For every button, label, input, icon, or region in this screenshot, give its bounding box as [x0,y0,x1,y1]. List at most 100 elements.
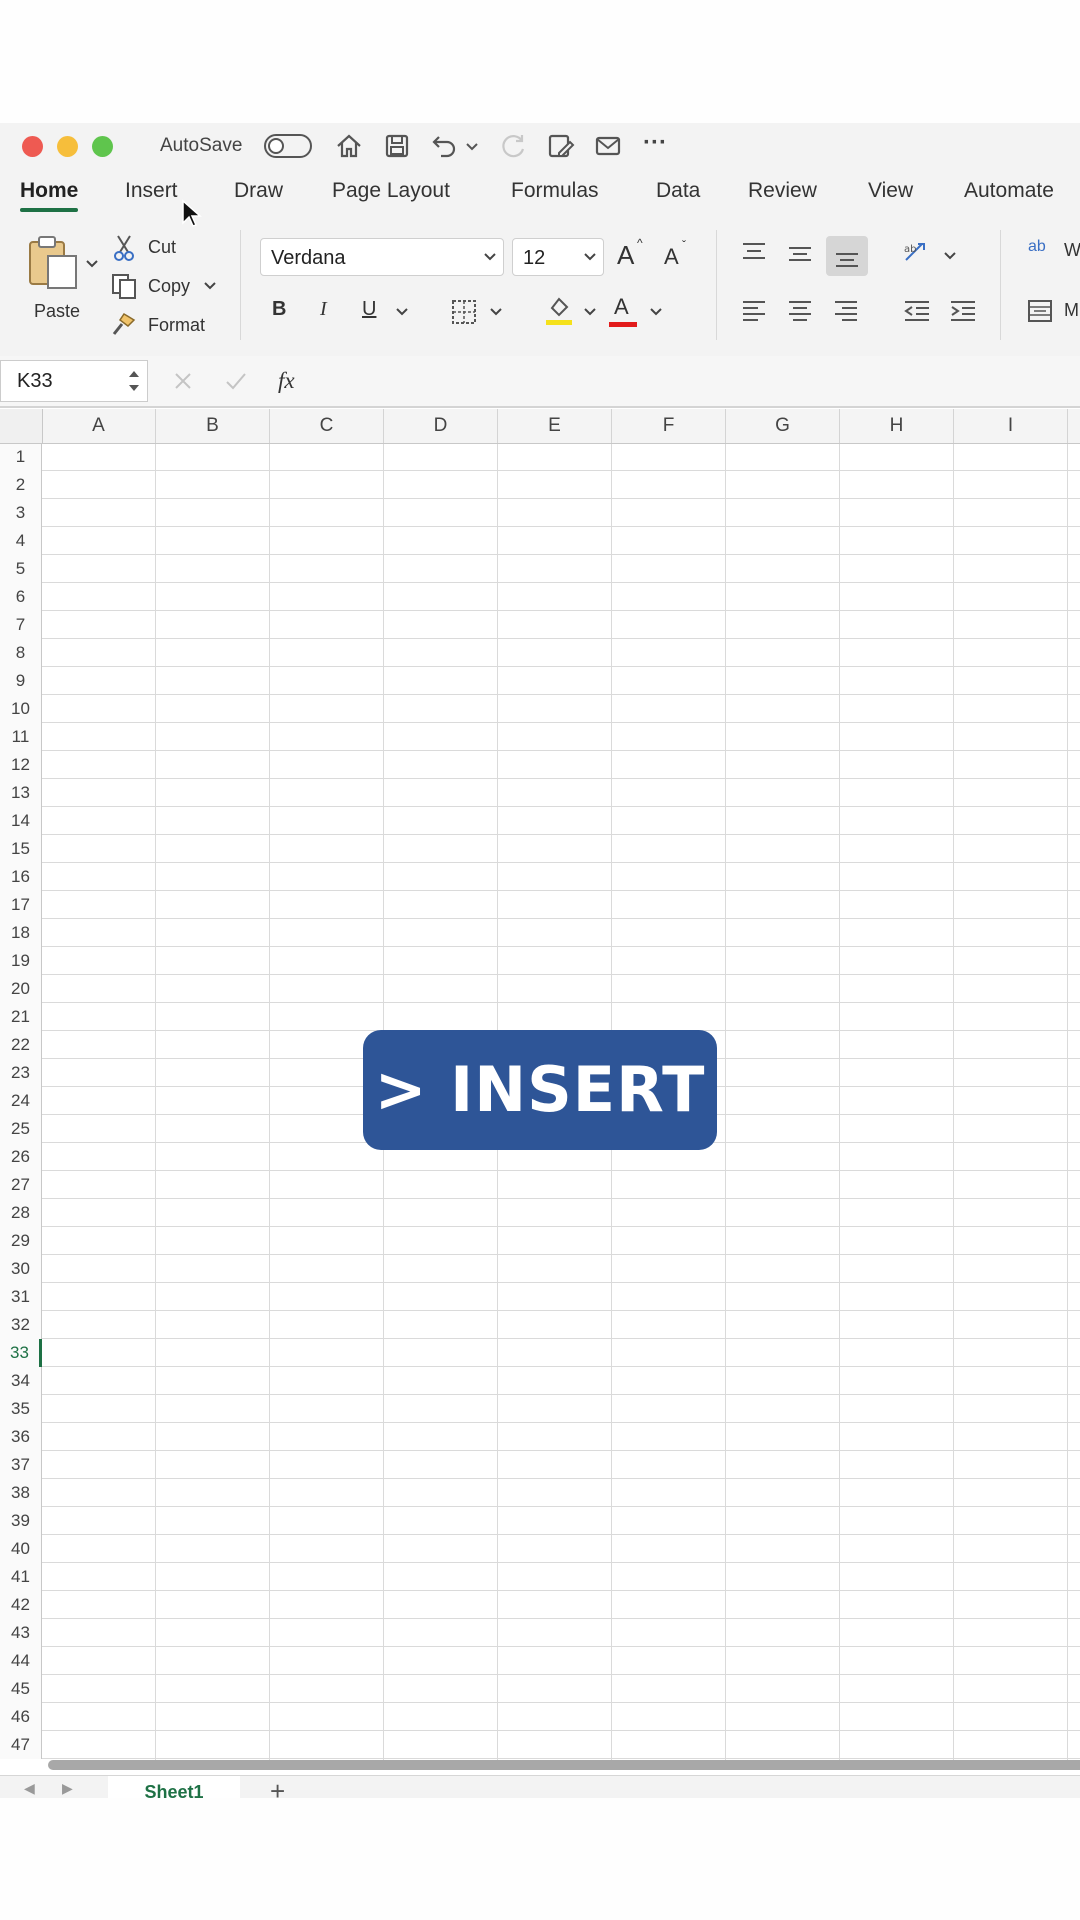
cut-label[interactable]: Cut [148,237,176,258]
paste-label[interactable]: Paste [34,301,80,322]
add-sheet-button[interactable]: + [270,1776,285,1798]
table-row[interactable]: 8 [0,639,1080,667]
column-header[interactable]: H [840,409,954,443]
row-header[interactable]: 15 [0,835,42,863]
tab-automate[interactable]: Automate [964,179,1054,203]
table-row[interactable]: 7 [0,611,1080,639]
column-header[interactable]: I [954,409,1068,443]
row-header[interactable]: 11 [0,723,42,751]
home-icon[interactable] [334,131,364,161]
row-header[interactable]: 21 [0,1003,42,1031]
row-header[interactable]: 20 [0,975,42,1003]
borders-dropdown-icon[interactable] [488,306,504,318]
row-header[interactable]: 24 [0,1087,42,1115]
column-header[interactable]: E [498,409,612,443]
row-header[interactable]: 45 [0,1675,42,1703]
row-header[interactable]: 28 [0,1199,42,1227]
table-row[interactable]: 5 [0,555,1080,583]
table-row[interactable]: 30 [0,1255,1080,1283]
column-header[interactable]: C [270,409,384,443]
column-header[interactable]: F [612,409,726,443]
row-header[interactable]: 26 [0,1143,42,1171]
row-header[interactable]: 7 [0,611,42,639]
format-label[interactable]: Format [148,315,205,336]
row-header[interactable]: 34 [0,1367,42,1395]
align-top-icon[interactable] [740,240,768,264]
row-header[interactable]: 41 [0,1563,42,1591]
column-header[interactable]: D [384,409,498,443]
grow-font-button[interactable]: A [617,240,634,271]
tab-insert[interactable]: Insert [125,179,178,203]
row-header[interactable]: 32 [0,1311,42,1339]
table-row[interactable]: 15 [0,835,1080,863]
cut-icon[interactable] [112,234,136,262]
row-header[interactable]: 25 [0,1115,42,1143]
horizontal-scrollbar[interactable] [48,1760,1080,1770]
copy-dropdown-icon[interactable] [202,280,218,292]
row-header[interactable]: 18 [0,919,42,947]
name-box[interactable]: K33 [0,360,148,402]
underline-dropdown-icon[interactable] [394,306,410,318]
shrink-font-button[interactable]: A [664,244,679,270]
table-row[interactable]: 35 [0,1395,1080,1423]
name-box-stepper-icon[interactable] [127,367,141,395]
underline-button[interactable]: U [362,298,376,321]
zoom-window-button[interactable] [92,136,113,157]
row-header[interactable]: 33 [0,1339,42,1367]
row-header[interactable]: 31 [0,1283,42,1311]
row-header[interactable]: 1 [0,443,42,471]
table-row[interactable]: 32 [0,1311,1080,1339]
decrease-indent-icon[interactable] [902,298,932,324]
cancel-entry-icon[interactable] [172,370,194,392]
table-row[interactable]: 33 [0,1339,1080,1367]
sheet-tab-sheet1[interactable]: Sheet1 [108,1776,240,1798]
orientation-dropdown-icon[interactable] [942,250,958,262]
borders-icon[interactable] [450,298,478,326]
tab-review[interactable]: Review [748,179,817,203]
table-row[interactable]: 21 [0,1003,1080,1031]
table-row[interactable]: 44 [0,1647,1080,1675]
row-header[interactable]: 44 [0,1647,42,1675]
row-header[interactable]: 16 [0,863,42,891]
tab-formulas[interactable]: Formulas [511,179,599,203]
table-row[interactable]: 40 [0,1535,1080,1563]
row-header[interactable]: 43 [0,1619,42,1647]
autosave-toggle[interactable] [264,134,312,158]
row-header[interactable]: 8 [0,639,42,667]
save-icon[interactable] [382,131,412,161]
table-row[interactable]: 18 [0,919,1080,947]
tab-home[interactable]: Home [20,179,79,212]
table-row[interactable]: 16 [0,863,1080,891]
bold-button[interactable]: B [272,298,286,321]
row-header[interactable]: 9 [0,667,42,695]
orientation-icon[interactable]: ab [902,238,934,266]
paste-dropdown-icon[interactable] [84,258,100,270]
merge-center-label[interactable]: M [1064,300,1079,321]
minimize-window-button[interactable] [57,136,78,157]
table-row[interactable]: 28 [0,1199,1080,1227]
table-row[interactable]: 31 [0,1283,1080,1311]
table-row[interactable]: 45 [0,1675,1080,1703]
table-row[interactable]: 9 [0,667,1080,695]
font-name-select[interactable]: Verdana [260,238,504,276]
tab-page-layout[interactable]: Page Layout [332,179,450,203]
row-header[interactable]: 3 [0,499,42,527]
wrap-text-label[interactable]: W [1064,240,1080,261]
row-header[interactable]: 42 [0,1591,42,1619]
table-row[interactable]: 39 [0,1507,1080,1535]
table-row[interactable]: 41 [0,1563,1080,1591]
row-header[interactable]: 12 [0,751,42,779]
row-header[interactable]: 6 [0,583,42,611]
table-row[interactable]: 38 [0,1479,1080,1507]
table-row[interactable]: 3 [0,499,1080,527]
align-right-icon[interactable] [832,298,860,324]
row-header[interactable]: 13 [0,779,42,807]
wrap-text-icon[interactable]: ab [1028,238,1046,256]
align-center-icon[interactable] [786,298,814,324]
table-row[interactable]: 4 [0,527,1080,555]
row-header[interactable]: 36 [0,1423,42,1451]
row-header[interactable]: 30 [0,1255,42,1283]
row-header[interactable]: 22 [0,1031,42,1059]
align-middle-icon[interactable] [786,242,814,266]
table-row[interactable]: 37 [0,1451,1080,1479]
